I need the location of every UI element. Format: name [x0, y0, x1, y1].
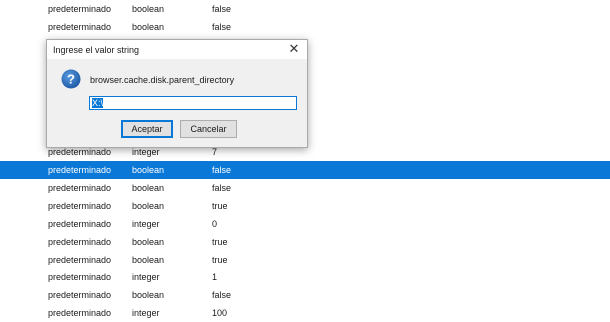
table-row[interactable]: predeterminado boolean false: [0, 179, 610, 197]
row-type: boolean: [132, 290, 165, 300]
table-row[interactable]: predeterminado boolean false: [0, 18, 610, 36]
row-type: boolean: [132, 22, 165, 32]
table-row[interactable]: predeterminado integer 100: [0, 304, 610, 322]
row-state: predeterminado: [48, 165, 112, 175]
table-row[interactable]: predeterminado integer 1: [0, 268, 610, 286]
row-value: false: [212, 290, 232, 300]
row-type: boolean: [132, 237, 165, 247]
accept-button[interactable]: Aceptar: [121, 120, 173, 138]
cancel-button[interactable]: Cancelar: [180, 120, 237, 138]
row-state: predeterminado: [48, 290, 112, 300]
table-row[interactable]: predeterminado boolean true: [0, 233, 610, 251]
preference-name: browser.cache.disk.parent_directory: [90, 75, 235, 85]
row-type: integer: [132, 272, 160, 282]
row-state: predeterminado: [48, 4, 112, 14]
row-state: predeterminado: [48, 219, 112, 229]
string-value-dialog: Ingrese el valor string ✕ ? browser.cach…: [46, 39, 308, 148]
row-type: boolean: [132, 165, 165, 175]
close-icon[interactable]: ✕: [287, 41, 301, 57]
row-type: boolean: [132, 4, 165, 14]
row-type: boolean: [132, 255, 165, 265]
row-type: integer: [132, 219, 160, 229]
table-row-selected[interactable]: predeterminado boolean false: [0, 161, 610, 179]
row-value: false: [212, 22, 232, 32]
row-state: predeterminado: [48, 272, 112, 282]
row-state: predeterminado: [48, 147, 112, 157]
row-state: predeterminado: [48, 201, 112, 211]
input-selected-text: X:\: [92, 98, 104, 108]
row-state: predeterminado: [48, 237, 112, 247]
table-row[interactable]: predeterminado boolean true: [0, 251, 610, 269]
dialog-titlebar[interactable]: Ingrese el valor string ✕: [47, 40, 307, 59]
row-type: boolean: [132, 183, 165, 193]
row-type: integer: [132, 147, 160, 157]
row-value: false: [212, 165, 232, 175]
table-row[interactable]: predeterminado boolean false: [0, 0, 610, 18]
row-state: predeterminado: [48, 22, 112, 32]
question-icon: ?: [61, 69, 81, 89]
row-type: boolean: [132, 201, 165, 211]
row-value: false: [212, 183, 232, 193]
dialog-title: Ingrese el valor string: [53, 45, 140, 55]
string-value-input[interactable]: X:\: [89, 96, 297, 110]
row-value: true: [212, 201, 228, 211]
row-value: 1: [212, 272, 218, 282]
dialog-body: ? browser.cache.disk.parent_directory X:…: [47, 59, 307, 147]
row-value: false: [212, 4, 232, 14]
table-row[interactable]: predeterminado integer 0: [0, 215, 610, 233]
row-state: predeterminado: [48, 255, 112, 265]
table-row[interactable]: predeterminado boolean false: [0, 286, 610, 304]
table-row[interactable]: predeterminado boolean true: [0, 197, 610, 215]
svg-text:?: ?: [67, 72, 75, 87]
row-value: true: [212, 255, 228, 265]
row-value: true: [212, 237, 228, 247]
row-value: 7: [212, 147, 218, 157]
row-state: predeterminado: [48, 183, 112, 193]
row-value: 0: [212, 219, 218, 229]
